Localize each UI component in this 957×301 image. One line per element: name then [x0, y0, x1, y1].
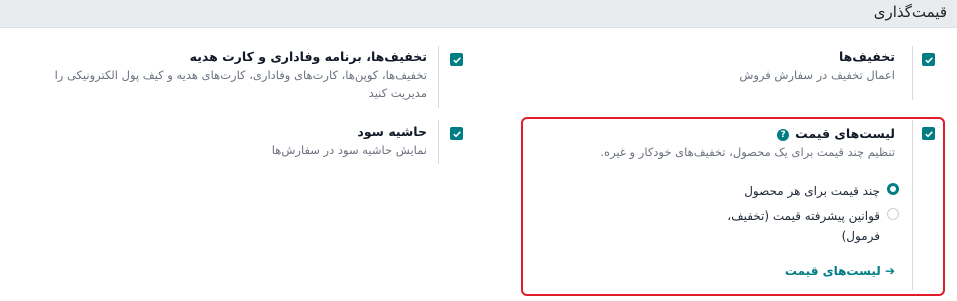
- loyalty-checkbox[interactable]: [450, 53, 463, 66]
- section-header: قیمت‌گذاری: [0, 0, 957, 28]
- setting-margins: حاشیه سود نمایش حاشیه سود در سفارش‌ها: [27, 124, 427, 159]
- discounts-checkbox[interactable]: [922, 53, 935, 66]
- setting-loyalty: تخفیف‌ها، برنامه وفاداری و کارت هدیه تخف…: [17, 49, 427, 102]
- loyalty-description: تخفیف‌ها، کوپن‌ها، کارت‌های وفاداری، کار…: [54, 68, 427, 100]
- setting-discounts: تخفیف‌ها اعمال تخفیف در سفارش فروش: [515, 49, 895, 84]
- discounts-description: اعمال تخفیف در سفارش فروش: [739, 68, 895, 82]
- highlight-box: [521, 117, 945, 296]
- section-title: قیمت‌گذاری: [873, 3, 947, 21]
- divider: [438, 46, 439, 108]
- margins-title: حاشیه سود: [357, 124, 427, 139]
- loyalty-title: تخفیف‌ها، برنامه وفاداری و کارت هدیه: [189, 49, 427, 64]
- divider: [438, 120, 439, 164]
- margins-checkbox[interactable]: [450, 127, 463, 140]
- margins-description: نمایش حاشیه سود در سفارش‌ها: [271, 143, 427, 157]
- divider: [912, 46, 913, 100]
- discounts-title: تخفیف‌ها: [838, 49, 895, 64]
